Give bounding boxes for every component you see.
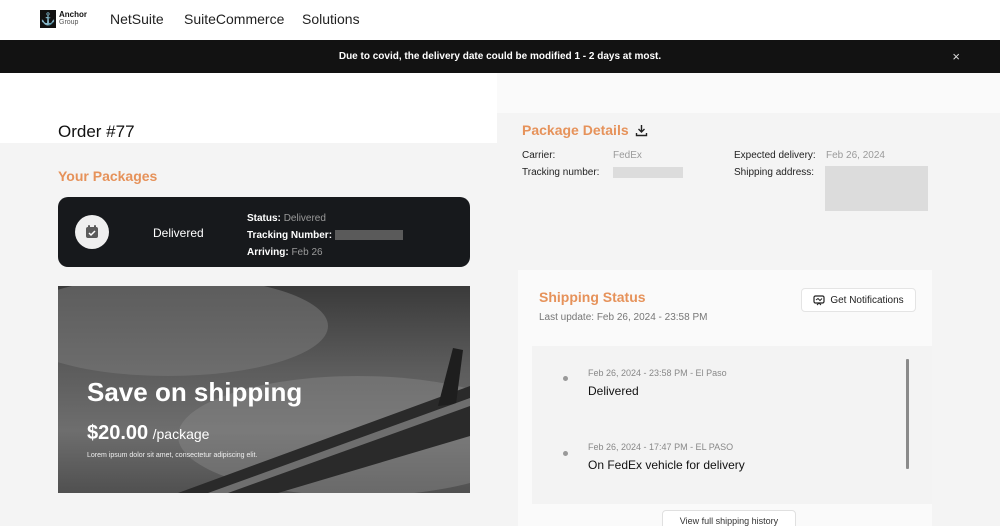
package-status-row: Status: Delivered <box>247 210 403 227</box>
last-update-text: Last update: Feb 26, 2024 - 23:58 PM <box>539 312 708 323</box>
package-info: Status: Delivered Tracking Number: Arriv… <box>247 210 403 261</box>
arriving-label: Arriving: <box>247 247 289 258</box>
status-label: Status: <box>247 213 281 224</box>
shipping-promo-banner[interactable]: Save on shipping $20.00 /package Lorem i… <box>58 286 470 493</box>
promo-amount: $20.00 <box>87 422 149 444</box>
close-icon[interactable]: × <box>952 49 960 64</box>
anchor-icon: ⚓ <box>40 10 56 28</box>
nav-link-solutions[interactable]: Solutions <box>302 11 360 27</box>
shipping-status-panel: Shipping Status Last update: Feb 26, 202… <box>518 270 932 526</box>
expected-delivery-value: Feb 26, 2024 <box>826 150 885 161</box>
timeline-event-label: Delivered <box>588 384 639 398</box>
content-background-right <box>497 73 1000 113</box>
logo-text-line2: Group <box>59 19 79 26</box>
shipping-status-title: Shipping Status <box>539 289 646 305</box>
logo-text-line1: Anchor <box>59 10 87 19</box>
tracking-number-redacted <box>613 167 683 178</box>
shipping-address-label: Shipping address: <box>734 167 815 178</box>
nav-link-suitecommerce[interactable]: SuiteCommerce <box>184 11 284 27</box>
package-arriving-row: Arriving: Feb 26 <box>247 244 403 261</box>
scrollbar-thumb[interactable] <box>906 359 909 469</box>
banner-message: Due to covid, the delivery date could be… <box>338 51 662 62</box>
nav-link-netsuite[interactable]: NetSuite <box>110 11 164 27</box>
expected-delivery-label: Expected delivery: <box>734 150 816 161</box>
promo-unit: /package <box>152 426 210 442</box>
promo-price: $20.00 /package <box>87 422 209 445</box>
status-value: Delivered <box>283 213 326 224</box>
your-packages-heading: Your Packages <box>58 168 158 184</box>
anchor-group-logo[interactable]: ⚓ Anchor Group <box>40 10 87 28</box>
promo-title: Save on shipping <box>87 377 303 407</box>
notification-icon <box>813 294 825 305</box>
shipping-address-redacted <box>825 166 928 211</box>
timeline-scrollbar[interactable] <box>906 359 909 469</box>
get-notifications-button[interactable]: Get Notifications <box>801 288 916 312</box>
tracking-label: Tracking Number: <box>247 230 333 241</box>
arriving-value: Feb 26 <box>291 247 323 258</box>
carrier-label: Carrier: <box>522 150 556 161</box>
package-icon <box>75 215 109 249</box>
timeline-event-label: On FedEx vehicle for delivery <box>588 458 745 472</box>
package-details-title: Package Details <box>522 122 629 138</box>
timeline-dot <box>563 376 568 381</box>
timeline-event-meta: Feb 26, 2024 - 17:47 PM - EL PASO <box>588 442 734 452</box>
package-card[interactable]: Delivered Status: Delivered Tracking Num… <box>58 197 470 267</box>
package-tracking-row: Tracking Number: <box>247 227 403 244</box>
package-status-large: Delivered <box>153 226 204 240</box>
timeline-event-meta: Feb 26, 2024 - 23:58 PM - El Paso <box>588 368 727 378</box>
top-navigation: ⚓ Anchor Group NetSuite SuiteCommerce So… <box>0 0 1000 40</box>
promo-subtitle: Lorem ipsum dolor sit amet, consectetur … <box>87 452 258 459</box>
tracking-number-redacted <box>334 230 403 241</box>
tracking-number-label: Tracking number: <box>522 167 600 178</box>
carrier-value: FedEx <box>613 150 642 161</box>
download-icon[interactable] <box>635 124 648 137</box>
view-shipping-history-button[interactable]: View full shipping history <box>662 510 796 526</box>
order-title: Order #77 <box>58 122 135 141</box>
covid-notice-banner: Due to covid, the delivery date could be… <box>0 40 1000 73</box>
get-notifications-label: Get Notifications <box>830 294 904 306</box>
timeline-dot <box>563 451 568 456</box>
shipping-timeline: Feb 26, 2024 - 23:58 PM - El Paso Delive… <box>532 346 932 504</box>
package-details-heading: Package Details <box>522 122 648 138</box>
